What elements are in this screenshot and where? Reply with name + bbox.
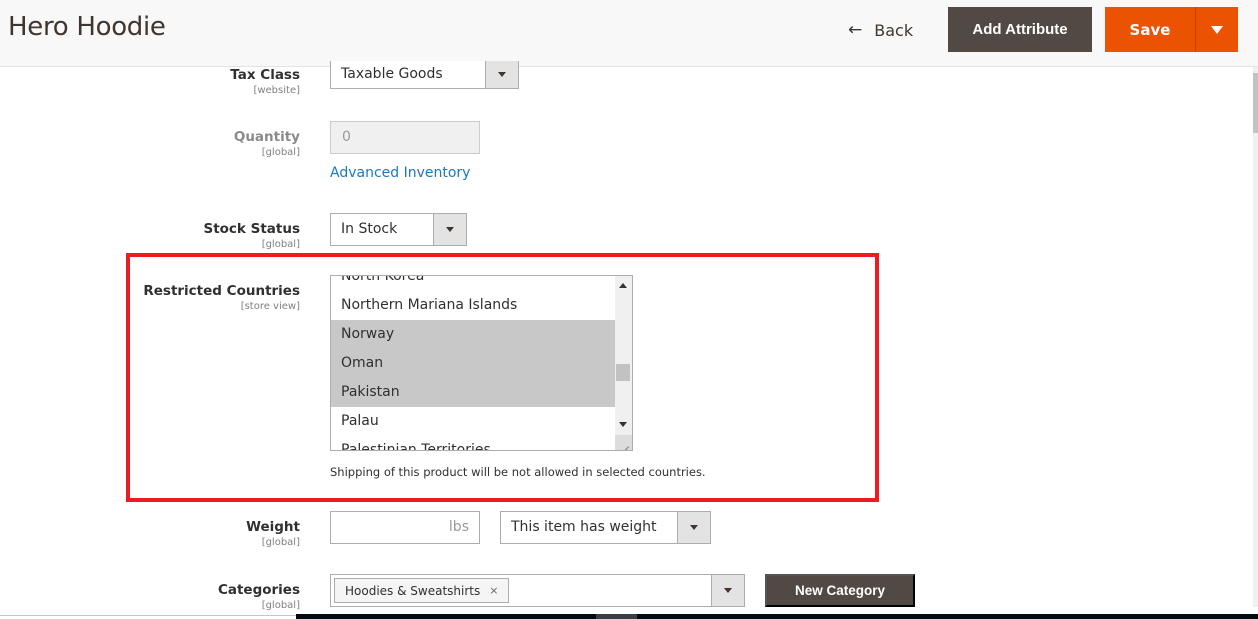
remove-icon[interactable]: × [489,584,498,597]
weight-type-value: This item has weight [511,519,657,535]
weight-type-caret [677,512,710,543]
back-label: Back [874,20,914,40]
country-option-selected[interactable]: Oman [331,349,616,378]
horizontal-scrollbar[interactable] [296,614,1258,619]
country-option-selected[interactable]: Norway [331,320,616,349]
tax-class-select[interactable]: Taxable Goods [330,61,519,89]
country-list-scrollbar[interactable] [615,276,632,450]
categories-caret[interactable] [711,575,744,606]
caret-down-icon [724,588,732,593]
country-options-list: North Korea Northern Mariana Islands Nor… [331,276,616,450]
caret-down-icon [446,227,454,232]
country-option[interactable]: Northern Mariana Islands [331,291,616,320]
save-options-toggle[interactable] [1196,7,1238,52]
page-header: Hero Hoodie ← Back Add Attribute Save [0,0,1258,67]
country-option[interactable]: Palau [331,407,616,436]
add-attribute-button[interactable]: Add Attribute [948,7,1092,52]
weight-unit: lbs [448,519,469,535]
categories-label: Categories [217,582,300,598]
new-category-button[interactable]: New Category [765,574,915,607]
quantity-scope: [global] [261,147,300,158]
page-scrollbar[interactable] [1253,67,1258,607]
advanced-inventory-link[interactable]: Advanced Inventory [330,165,470,181]
country-option[interactable]: Palestinian Territories [331,436,616,450]
stock-status-select[interactable]: In Stock [330,213,467,246]
restricted-countries-multiselect[interactable]: North Korea Northern Mariana Islands Nor… [330,275,633,451]
country-option[interactable]: North Korea [331,276,616,291]
stock-status-label: Stock Status [203,221,300,237]
categories-scope: [global] [261,600,300,611]
quantity-input: 0 [330,121,480,154]
stock-status-caret [433,214,466,245]
restricted-countries-scope: [store view] [240,301,300,312]
stock-status-scope: [global] [261,239,300,250]
arrow-left-icon: ← [848,20,863,40]
restricted-countries-label: Restricted Countries [143,283,300,299]
quantity-label: Quantity [233,129,300,145]
scroll-down-arrow-icon[interactable] [619,422,627,427]
caret-down-icon [690,525,698,530]
category-chip-label: Hoodies & Sweatshirts [345,583,481,598]
category-chip: Hoodies & Sweatshirts × [334,578,510,603]
tax-class-label: Tax Class [230,67,300,83]
save-split-button: Save [1105,7,1238,52]
weight-label: Weight [246,519,300,535]
scroll-up-arrow-icon[interactable] [619,283,627,288]
resize-handle-icon[interactable] [615,435,632,450]
stock-status-value: In Stock [341,221,398,237]
weight-type-select[interactable]: This item has weight [500,511,711,544]
country-option-selected[interactable]: Pakistan [331,378,616,407]
tax-class-scope: [website] [253,85,300,96]
page-scrollbar-thumb[interactable] [1253,73,1258,133]
restricted-countries-note: Shipping of this product will be not all… [330,465,706,479]
country-list-scroll-thumb[interactable] [616,364,630,381]
horizontal-scrollbar-thumb[interactable] [596,614,637,619]
tax-class-caret [485,61,518,88]
page-title: Hero Hoodie [8,12,166,42]
tax-class-value: Taxable Goods [341,66,443,82]
weight-scope: [global] [261,537,300,548]
weight-input[interactable]: lbs [330,511,480,544]
caret-down-icon [498,72,506,77]
save-button[interactable]: Save [1105,7,1196,52]
caret-down-icon [1211,25,1223,34]
category-chips: Hoodies & Sweatshirts × [331,575,711,606]
back-button[interactable]: ← Back [848,18,913,42]
divider [0,615,296,616]
categories-select[interactable]: Hoodies & Sweatshirts × [330,574,745,607]
